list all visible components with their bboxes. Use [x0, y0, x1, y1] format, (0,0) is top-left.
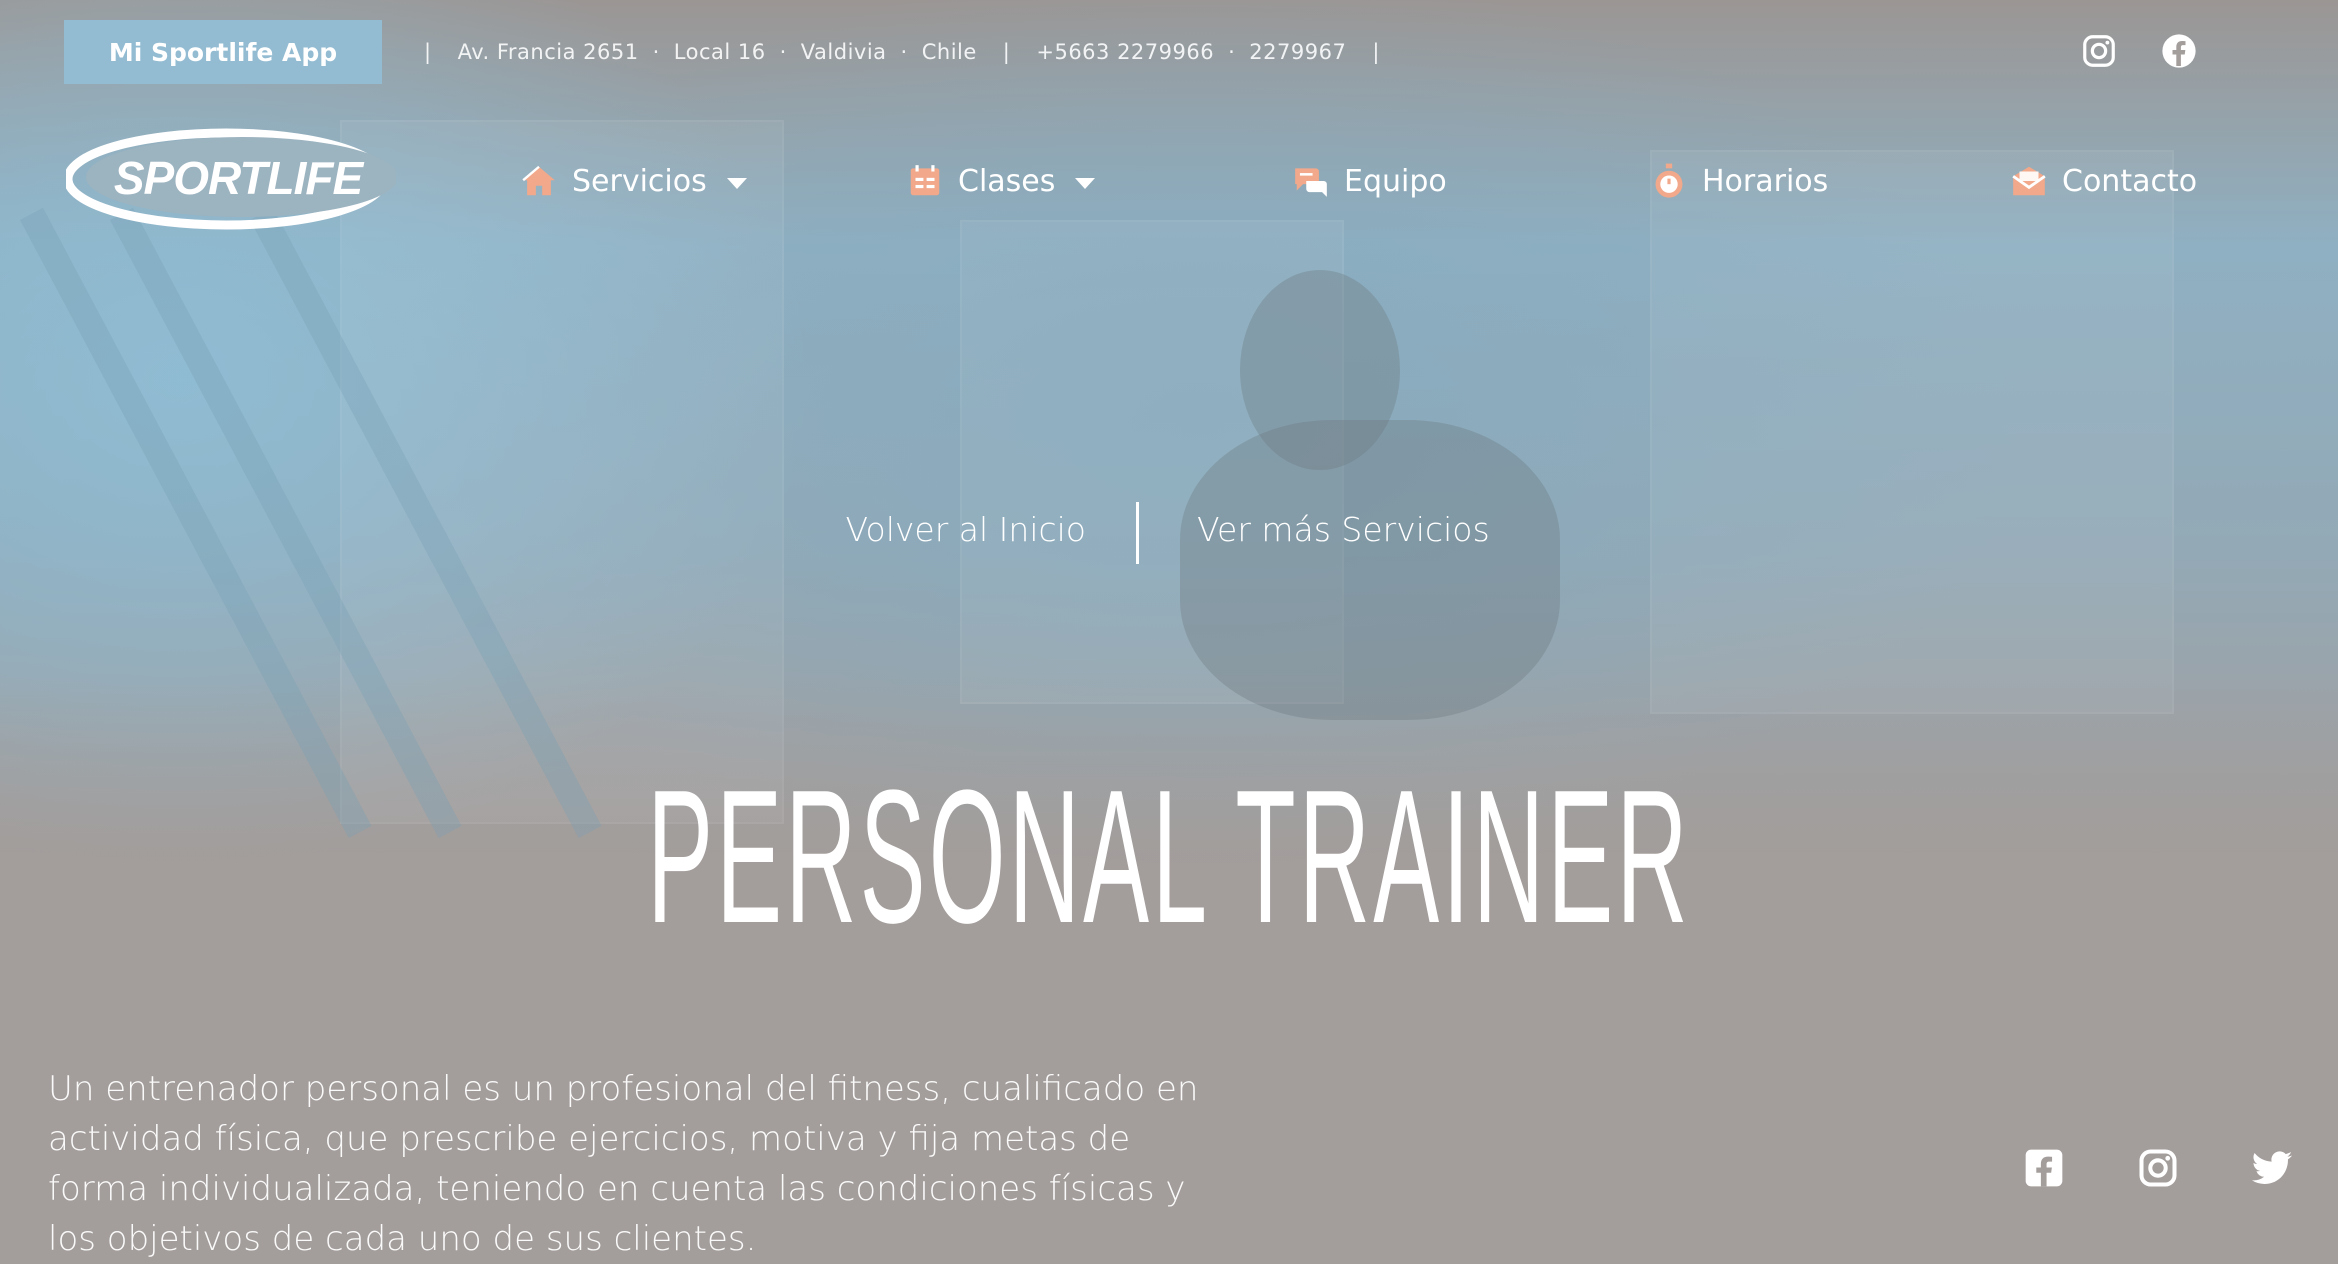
nav-item-servicios[interactable]: Servicios — [520, 156, 747, 206]
house-icon — [520, 162, 558, 200]
hero-link-divider — [1136, 502, 1139, 564]
instagram-icon[interactable] — [2136, 1146, 2180, 1190]
chevron-down-icon[interactable] — [1075, 177, 1096, 189]
page-title: PERSONAL TRAINER — [647, 751, 1691, 964]
main-nav: Servicios Clases Equipo Horarios Contact… — [0, 156, 2338, 206]
contact-info: | Av. Francia 2651 · Local 16 · Valdivia… — [398, 20, 1406, 84]
stopwatch-icon — [1650, 162, 1688, 200]
dot-separator: · — [900, 40, 908, 64]
nav-item-horarios[interactable]: Horarios — [1650, 156, 1828, 206]
address-street: Av. Francia 2651 — [457, 40, 639, 64]
dot-separator: · — [779, 40, 787, 64]
address-city: Valdivia — [800, 40, 887, 64]
phone-primary[interactable]: +5663 2279966 — [1036, 40, 1214, 64]
nav-label-servicios: Servicios — [572, 163, 707, 199]
instagram-icon[interactable] — [2080, 32, 2118, 70]
envelope-icon — [2010, 162, 2048, 200]
dot-separator: · — [1228, 40, 1236, 64]
service-description: Un entrenador personal es un profesional… — [48, 1069, 1199, 1259]
back-home-link[interactable]: Volver al Inicio — [846, 510, 1086, 549]
nav-label-clases: Clases — [958, 163, 1056, 199]
facebook-square-icon[interactable] — [2022, 1146, 2066, 1190]
chevron-down-icon[interactable] — [726, 177, 747, 189]
nav-label-equipo: Equipo — [1344, 163, 1447, 199]
nav-item-clases[interactable]: Clases — [906, 156, 1096, 206]
separator: | — [1372, 40, 1380, 64]
more-services-link[interactable]: Ver más Servicios — [1197, 510, 1490, 549]
phone-secondary[interactable]: 2279967 — [1249, 40, 1346, 64]
share-social-links — [2022, 1146, 2294, 1190]
facebook-icon[interactable] — [2160, 32, 2198, 70]
separator: | — [1002, 40, 1011, 64]
hero-links: Volver al Inicio Ver más Servicios — [0, 502, 2338, 568]
calendar-icon — [906, 162, 944, 200]
address-local: Local 16 — [673, 40, 766, 64]
twitter-icon[interactable] — [2250, 1146, 2294, 1190]
top-bar: Mi Sportlife App | Av. Francia 2651 · Lo… — [0, 20, 2338, 84]
nav-item-contacto[interactable]: Contacto — [2010, 156, 2197, 206]
sportlife-app-button[interactable]: Mi Sportlife App — [64, 20, 382, 84]
address-country: Chile — [921, 40, 977, 64]
nav-label-horarios: Horarios — [1702, 163, 1829, 199]
nav-label-contacto: Contacto — [2062, 163, 2198, 199]
chat-bubbles-icon — [1292, 162, 1330, 200]
dot-separator: · — [652, 40, 660, 64]
separator: | — [424, 40, 432, 64]
nav-item-equipo[interactable]: Equipo — [1292, 156, 1447, 206]
top-social-links — [2080, 32, 2198, 70]
